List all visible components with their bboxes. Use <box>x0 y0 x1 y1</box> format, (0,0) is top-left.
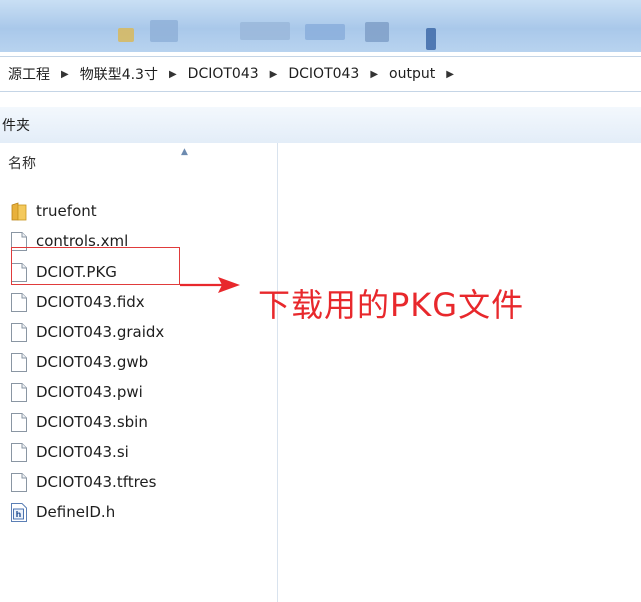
document-icon <box>11 472 27 492</box>
list-item[interactable]: truefont <box>10 198 97 224</box>
sort-ascending-icon: ▲ <box>181 147 188 157</box>
preview-pane <box>278 143 641 602</box>
breadcrumb-item[interactable]: 源工程 <box>6 64 52 84</box>
svg-text:h: h <box>16 510 22 519</box>
command-toolbar: 件夹 <box>0 107 641 144</box>
list-item[interactable]: DCIOT043.tftres <box>10 469 156 495</box>
list-item[interactable]: DCIOT043.gwb <box>10 349 148 375</box>
document-icon <box>11 352 27 372</box>
breadcrumb-separator-icon[interactable]: ▶ <box>446 69 454 80</box>
list-item[interactable]: h DefineID.h <box>10 499 115 525</box>
column-header-name[interactable]: 名称 <box>8 153 36 173</box>
breadcrumb: 源工程 ▶ 物联型4.3寸 ▶ DCIOT043 ▶ DCIOT043 ▶ ou… <box>0 56 641 92</box>
breadcrumb-separator-icon[interactable]: ▶ <box>370 69 378 80</box>
file-name: DCIOT043.sbin <box>36 413 148 431</box>
annotation-arrow-icon <box>180 277 240 293</box>
file-name: DCIOT043.fidx <box>36 293 145 311</box>
file-name: DCIOT043.tftres <box>36 473 157 491</box>
file-list-pane: ▲ 名称 truefont controls.xml DCIOT.PKG DCI… <box>0 143 278 602</box>
header-file-icon: h <box>11 502 27 522</box>
list-item[interactable]: DCIOT043.pwi <box>10 379 143 405</box>
document-icon <box>11 412 27 432</box>
file-name: DCIOT043.pwi <box>36 383 143 401</box>
window-title-bar <box>0 0 641 52</box>
breadcrumb-separator-icon[interactable]: ▶ <box>169 69 177 80</box>
highlight-box <box>11 247 180 285</box>
document-icon <box>11 442 27 462</box>
document-icon <box>11 292 27 312</box>
document-icon <box>11 322 27 342</box>
breadcrumb-item[interactable]: 物联型4.3寸 <box>78 64 160 84</box>
breadcrumb-separator-icon[interactable]: ▶ <box>270 69 278 80</box>
list-item[interactable]: DCIOT043.graidx <box>10 319 164 345</box>
breadcrumb-item[interactable]: DCIOT043 <box>186 66 261 82</box>
breadcrumb-item[interactable]: DCIOT043 <box>286 66 361 82</box>
folder-icon <box>11 201 27 220</box>
document-icon <box>11 382 27 402</box>
file-name: DCIOT043.si <box>36 443 129 461</box>
file-name: DCIOT043.graidx <box>36 323 165 341</box>
breadcrumb-item[interactable]: output <box>387 66 437 82</box>
breadcrumb-separator-icon[interactable]: ▶ <box>61 69 69 80</box>
file-name: DCIOT043.gwb <box>36 353 149 371</box>
list-item[interactable]: DCIOT043.fidx <box>10 289 145 315</box>
list-item[interactable]: DCIOT043.si <box>10 439 129 465</box>
file-name: truefont <box>36 202 97 220</box>
file-name: DefineID.h <box>36 503 116 521</box>
list-item[interactable]: DCIOT043.sbin <box>10 409 148 435</box>
new-folder-button[interactable]: 件夹 <box>2 115 30 135</box>
annotation-label: 下载用的PKG文件 <box>258 286 525 324</box>
